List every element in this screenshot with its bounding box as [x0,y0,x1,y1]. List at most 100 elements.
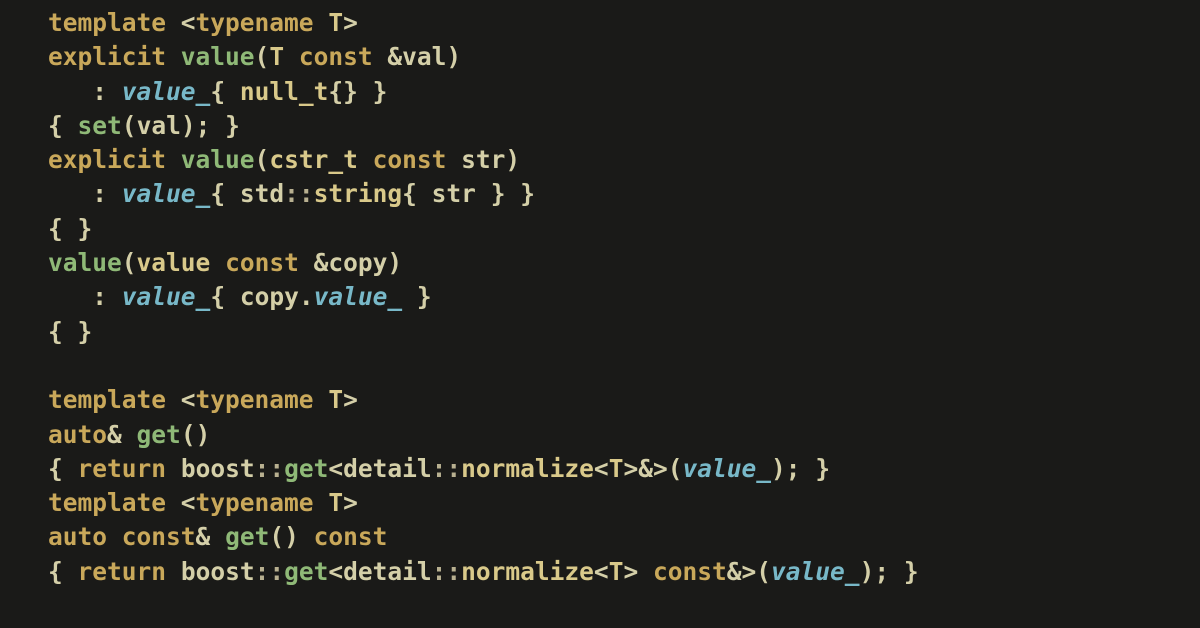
scope: :: [432,454,462,483]
member-value: value_ [122,179,211,208]
lt: < [181,488,196,517]
ns-detail: detail [343,454,432,483]
rparen: ) [181,111,196,140]
space [314,385,329,414]
space [225,179,240,208]
space [166,454,181,483]
lbrace: { [402,179,417,208]
space [505,179,520,208]
keyword-auto: auto [48,420,107,449]
indent [48,179,92,208]
rbrace: } [815,454,830,483]
call-set: set [78,111,122,140]
lbrace: { [210,282,225,311]
lparen: ( [668,454,683,483]
ctor-value: value [48,248,122,277]
amp: & [107,420,122,449]
rbrace: } [373,77,388,106]
gt: > [343,385,358,414]
space [476,179,491,208]
amp: & [638,454,653,483]
lbrace: { [48,214,63,243]
space [166,488,181,517]
colon: : [92,77,107,106]
keyword-typename: typename [196,488,314,517]
lparen: ( [255,145,270,174]
gt: > [343,8,358,37]
ns-std: std [240,179,284,208]
space [107,522,122,551]
rparen: ) [505,145,520,174]
space [225,282,240,311]
rparen: ) [446,42,461,71]
space [358,77,373,106]
keyword-const: const [653,557,727,586]
ns-boost: boost [181,454,255,483]
amp: & [727,557,742,586]
rbrace: } [343,77,358,106]
call-get: get [284,454,328,483]
lbrace: { [48,111,63,140]
keyword-const: const [314,522,388,551]
keyword-const: const [225,248,299,277]
lparen: ( [269,522,284,551]
param-val: val [402,42,446,71]
lt: < [328,454,343,483]
space [63,214,78,243]
space [107,179,122,208]
space [107,282,122,311]
amp: & [314,248,329,277]
amp: & [196,522,211,551]
keyword-auto: auto [48,522,107,551]
lt: < [594,454,609,483]
type-T: T [328,8,343,37]
member-value: value_ [122,282,211,311]
arg-str: str [432,179,476,208]
keyword-const: const [299,42,373,71]
type-string: string [314,179,403,208]
lbrace: { [328,77,343,106]
space [166,385,181,414]
fn-get: get [225,522,269,551]
space [314,8,329,37]
rbrace: } [520,179,535,208]
param-copy: copy [328,248,387,277]
param-str: str [461,145,505,174]
keyword-typename: typename [196,8,314,37]
lparen: ( [181,420,196,449]
space [107,77,122,106]
member-value: value_ [683,454,772,483]
lbrace: { [48,454,63,483]
member-value: value_ [122,77,211,106]
member-value: value_ [771,557,860,586]
keyword-const: const [373,145,447,174]
type-null-t: null_t [240,77,329,106]
gt: > [623,557,638,586]
lparen: ( [122,111,137,140]
space [889,557,904,586]
semi: ; [786,454,801,483]
space [358,145,373,174]
ctor-value: value [181,145,255,174]
colon: : [92,282,107,311]
lparen: ( [255,42,270,71]
rparen: ) [771,454,786,483]
scope: :: [255,454,285,483]
rparen: ) [387,248,402,277]
space [122,420,137,449]
rbrace: } [78,317,93,346]
space [299,248,314,277]
lt: < [181,8,196,37]
space [166,42,181,71]
space [210,248,225,277]
amp: & [387,42,402,71]
call-get: get [284,557,328,586]
space [166,8,181,37]
space [417,179,432,208]
space [210,111,225,140]
fn-get: get [137,420,181,449]
indent [48,282,92,311]
space [63,317,78,346]
code-block: template <typename T> explicit value(T c… [0,0,1200,589]
space [801,454,816,483]
